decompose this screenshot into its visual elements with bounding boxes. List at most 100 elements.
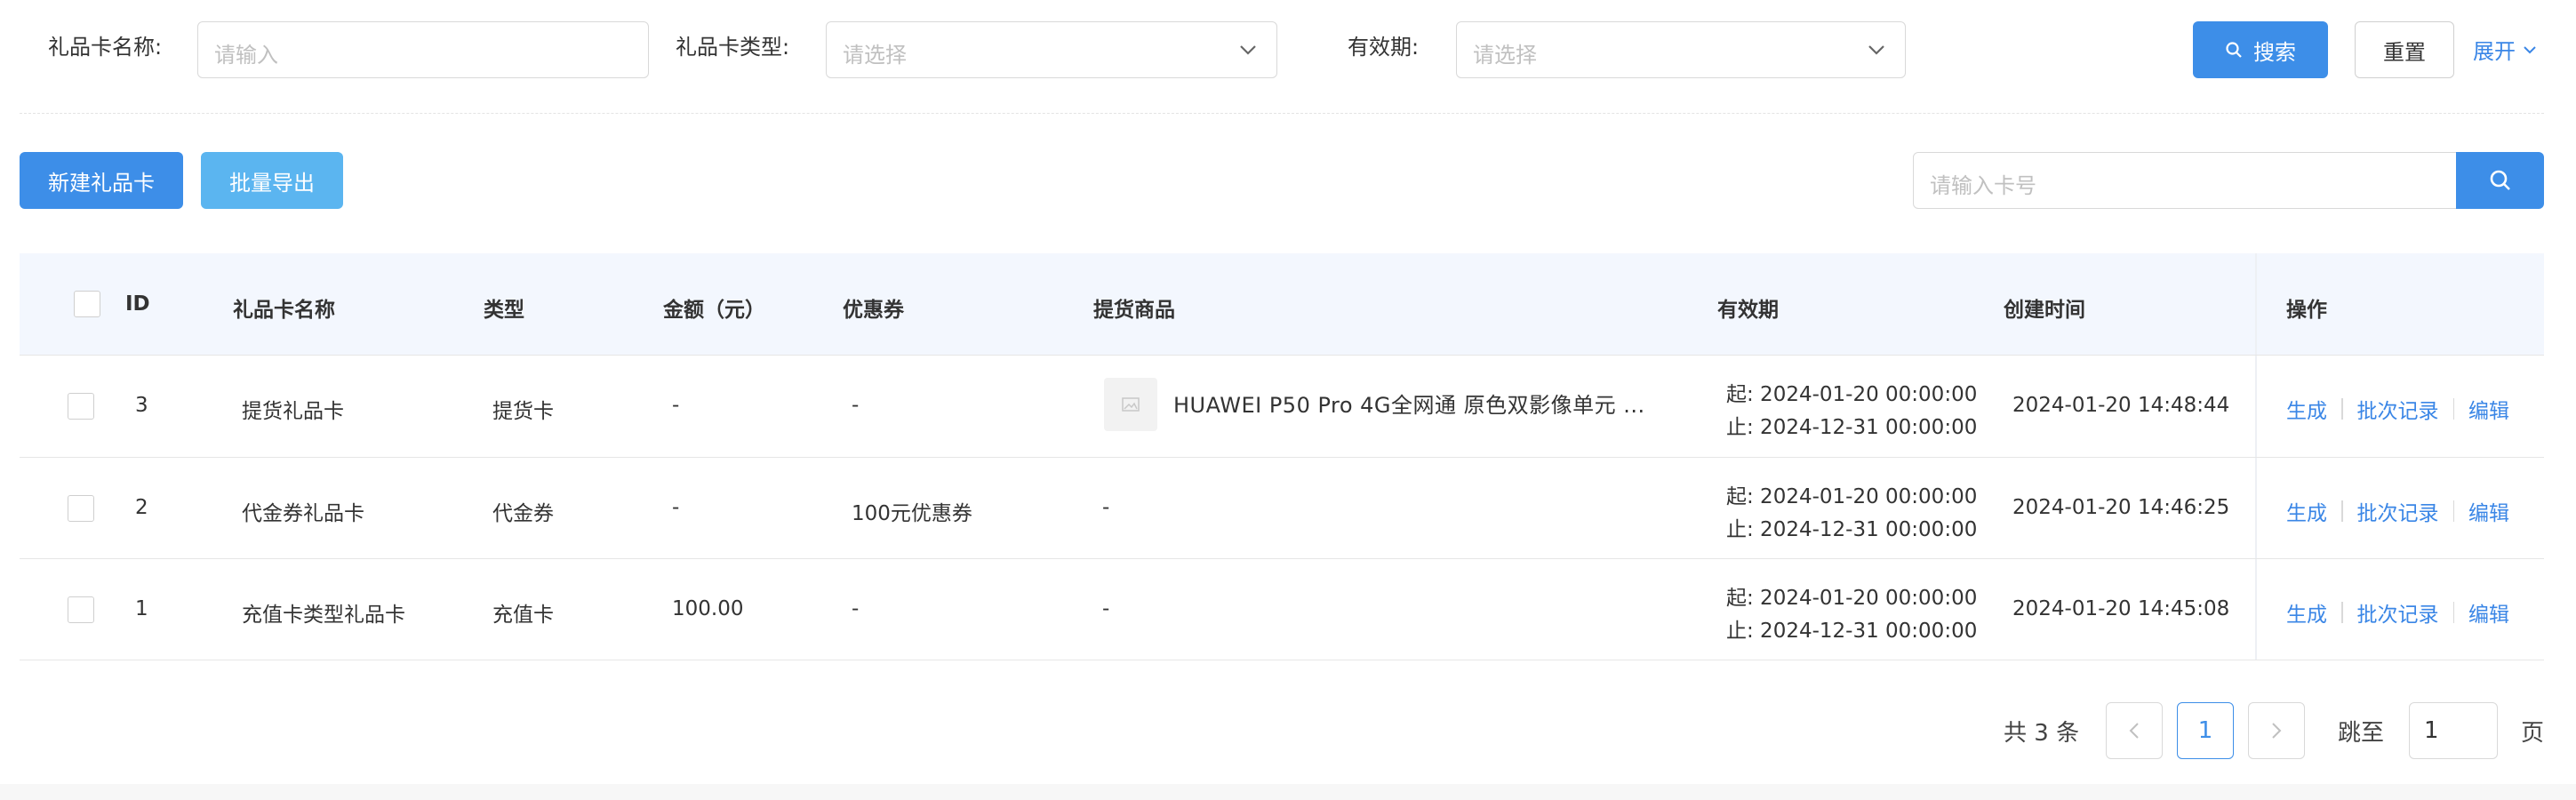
- row-validity-start: 起: 2024-01-20 00:00:00: [1726, 587, 1978, 610]
- row-actions: 生成 批次记录 编辑: [2286, 394, 2509, 424]
- action-separator: [2341, 398, 2343, 420]
- pagination-total: 共 3 条: [2004, 720, 2080, 747]
- batch-export-label: 批量导出: [229, 170, 315, 196]
- chevron-down-icon: [1868, 45, 1884, 55]
- new-gift-card-label: 新建礼品卡: [48, 170, 155, 196]
- row-type: 提货卡: [492, 400, 554, 423]
- new-gift-card-button[interactable]: 新建礼品卡: [20, 152, 183, 209]
- product-thumbnail: [1104, 378, 1157, 431]
- batch-records-link[interactable]: 批次记录: [2357, 496, 2439, 526]
- row-name: 提货礼品卡: [242, 400, 344, 423]
- page-1-button[interactable]: 1: [2177, 702, 2234, 759]
- current-page-number: 1: [2197, 717, 2213, 744]
- card-number-input[interactable]: 请输入卡号: [1913, 152, 2457, 209]
- image-placeholder-icon: [1122, 397, 1140, 412]
- page-footer: [0, 784, 2576, 800]
- jump-page-input[interactable]: 1: [2409, 702, 2498, 759]
- row-product: HUAWEI P50 Pro 4G全网通 原色双影像单元 ...: [1173, 393, 1645, 418]
- generate-link[interactable]: 生成: [2286, 597, 2327, 628]
- row-product: -: [1102, 597, 1110, 620]
- generate-link[interactable]: 生成: [2286, 496, 2327, 526]
- row-checkbox[interactable]: [68, 393, 94, 420]
- row-coupon: -: [852, 597, 860, 620]
- column-header-coupon: 优惠券: [843, 299, 904, 322]
- search-button-label: 搜索: [2253, 39, 2296, 65]
- table-row: 1 充值卡类型礼品卡 充值卡 100.00 - - 起: 2024-01-20 …: [20, 558, 2544, 660]
- row-name: 充值卡类型礼品卡: [242, 604, 405, 627]
- gift-card-name-placeholder: 请输入: [214, 43, 278, 68]
- prev-page-button[interactable]: [2106, 702, 2163, 759]
- table-row: 3 提货礼品卡 提货卡 - - HUAWEI P50 Pro 4G全网通 原色双…: [20, 355, 2544, 457]
- row-coupon: 100元优惠券: [852, 502, 972, 525]
- column-header-product: 提货商品: [1093, 299, 1175, 322]
- row-id: 1: [135, 597, 148, 620]
- table-header: [20, 253, 2544, 355]
- batch-records-link[interactable]: 批次记录: [2357, 394, 2439, 424]
- chevron-left-icon: [2129, 723, 2139, 739]
- row-validity-end: 止: 2024-12-31 00:00:00: [1726, 620, 1978, 643]
- action-separator: [2452, 500, 2454, 522]
- search-icon: [2226, 42, 2242, 58]
- batch-records-link[interactable]: 批次记录: [2357, 597, 2439, 628]
- select-all-checkbox[interactable]: [74, 291, 100, 317]
- row-created: 2024-01-20 14:48:44: [2012, 394, 2230, 417]
- column-header-id: ID: [125, 292, 150, 316]
- edit-link[interactable]: 编辑: [2468, 597, 2509, 628]
- expand-link[interactable]: 展开: [2473, 34, 2537, 65]
- row-validity-start: 起: 2024-01-20 00:00:00: [1726, 485, 1978, 508]
- row-checkbox[interactable]: [68, 495, 94, 522]
- reset-button-label: 重置: [2383, 39, 2426, 65]
- filter-divider: [20, 113, 2544, 114]
- validity-select[interactable]: 请选择: [1456, 21, 1906, 78]
- validity-label: 有效期:: [1348, 35, 1420, 60]
- search-button[interactable]: 搜索: [2193, 21, 2328, 78]
- column-header-amount: 金额（元）: [663, 299, 765, 322]
- reset-button[interactable]: 重置: [2355, 21, 2454, 78]
- column-header-type: 类型: [484, 299, 524, 322]
- gift-card-type-label: 礼品卡类型:: [676, 35, 790, 60]
- row-product: -: [1102, 496, 1110, 519]
- row-validity-end: 止: 2024-12-31 00:00:00: [1726, 518, 1978, 541]
- column-header-actions: 操作: [2286, 299, 2327, 322]
- generate-link[interactable]: 生成: [2286, 394, 2327, 424]
- row-amount: -: [672, 496, 680, 519]
- action-separator: [2341, 500, 2343, 522]
- row-type: 代金券: [492, 502, 554, 525]
- gift-card-type-select[interactable]: 请选择: [826, 21, 1277, 78]
- jump-page-value: 1: [2424, 717, 2439, 744]
- gift-card-name-input[interactable]: 请输入: [197, 21, 649, 78]
- row-name: 代金券礼品卡: [242, 502, 364, 525]
- search-icon: [2490, 170, 2510, 190]
- batch-export-button[interactable]: 批量导出: [201, 152, 343, 209]
- gift-card-type-placeholder: 请选择: [843, 43, 907, 68]
- next-page-button[interactable]: [2248, 702, 2305, 759]
- card-number-placeholder: 请输入卡号: [1930, 173, 2036, 198]
- row-id: 3: [135, 394, 148, 417]
- page-suffix: 页: [2521, 720, 2545, 747]
- action-separator: [2452, 398, 2454, 420]
- row-coupon: -: [852, 394, 860, 417]
- row-id: 2: [135, 496, 148, 519]
- row-amount: 100.00: [672, 597, 744, 620]
- row-actions: 生成 批次记录 编辑: [2286, 597, 2509, 628]
- card-search-button[interactable]: [2456, 152, 2544, 209]
- column-header-name: 礼品卡名称: [233, 299, 335, 322]
- column-header-created: 创建时间: [2004, 299, 2085, 322]
- jump-label: 跳至: [2338, 720, 2385, 747]
- action-separator: [2452, 602, 2454, 623]
- row-created: 2024-01-20 14:46:25: [2012, 496, 2230, 519]
- row-checkbox[interactable]: [68, 596, 94, 623]
- chevron-down-icon: [2524, 45, 2536, 53]
- edit-link[interactable]: 编辑: [2468, 394, 2509, 424]
- edit-link[interactable]: 编辑: [2468, 496, 2509, 526]
- chevron-down-icon: [1240, 45, 1256, 55]
- column-header-validity: 有效期: [1717, 299, 1779, 322]
- row-created: 2024-01-20 14:45:08: [2012, 597, 2230, 620]
- row-validity-start: 起: 2024-01-20 00:00:00: [1726, 383, 1978, 406]
- row-type: 充值卡: [492, 604, 554, 627]
- table-row: 2 代金券礼品卡 代金券 - 100元优惠券 - 起: 2024-01-20 0…: [20, 457, 2544, 558]
- row-validity-end: 止: 2024-12-31 00:00:00: [1726, 416, 1978, 439]
- row-amount: -: [672, 394, 680, 417]
- row-actions: 生成 批次记录 编辑: [2286, 496, 2509, 526]
- expand-link-label: 展开: [2473, 39, 2516, 64]
